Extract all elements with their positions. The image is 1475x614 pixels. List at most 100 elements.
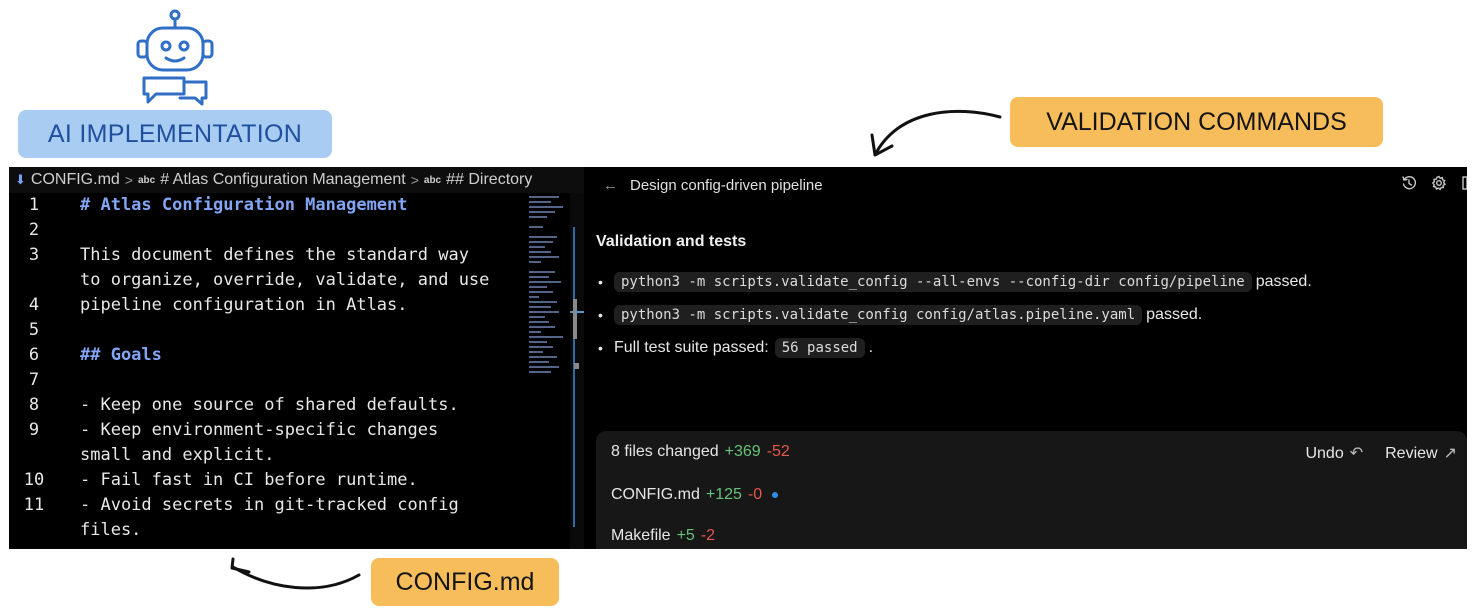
line-text: ## Goals [80, 345, 162, 365]
result-text: . [868, 338, 874, 356]
list-item: • python3 -m scripts.validate_config con… [598, 298, 1458, 331]
robot-chat-icon [136, 9, 214, 106]
line-number [9, 518, 59, 543]
line-text: files. [80, 520, 142, 540]
bullet-icon: • [598, 273, 603, 290]
code-line[interactable]: 10 - Fail fast in CI before runtime. [9, 468, 529, 493]
config-md-label: CONFIG.md [371, 558, 559, 606]
command-code: python3 -m scripts.validate_config --all… [614, 271, 1252, 292]
code-editor: ⬇ CONFIG.md > abc # Atlas Configuration … [9, 167, 584, 549]
breadcrumb-file[interactable]: CONFIG.md [31, 171, 120, 189]
list-item: • Full test suite passed: 56 passed . [598, 331, 1458, 364]
result-text: passed. [1146, 305, 1203, 323]
code-area[interactable]: 1 # Atlas Configuration Management 2 3 This … [9, 193, 529, 549]
pointer-arrow-icon [870, 109, 1002, 157]
line-text: - Keep environment-specific changes [80, 420, 439, 440]
code-line[interactable]: 6 ## Goals [9, 343, 529, 368]
line-number: 11 [23, 495, 45, 515]
chevron-right-icon: > [410, 172, 419, 188]
changed-file-row[interactable]: Makefile +5 -2 [611, 527, 715, 545]
code-line[interactable]: 3 This document defines the standard way [9, 243, 529, 268]
list-item: • python3 -m scripts.validate_config --a… [598, 265, 1458, 298]
code-line[interactable]: 2 [9, 218, 529, 243]
code-line[interactable]: to organize, override, validate, and use [9, 268, 529, 293]
line-number: 8 [28, 395, 40, 415]
breadcrumb: ⬇ CONFIG.md > abc # Atlas Configuration … [9, 167, 584, 193]
code-line[interactable]: 4 pipeline configuration in Atlas. [9, 293, 529, 318]
line-number [9, 443, 59, 468]
line-text: # Atlas Configuration Management [80, 195, 408, 215]
changes-card: 8 files changed +369 -52 Undo ↶ Review ↗ C… [596, 431, 1467, 549]
line-text: This document defines the standard way [80, 245, 469, 265]
minimap[interactable] [529, 193, 567, 423]
line-text [59, 368, 529, 393]
lines-added: +369 [724, 443, 761, 460]
code-line[interactable]: 7 [9, 368, 529, 393]
scrollbar-marker [574, 363, 579, 369]
changes-summary: 8 files changed +369 -52 [611, 443, 790, 461]
lines-added: +5 [676, 527, 695, 544]
arrow-up-right-icon: ↗ [1443, 445, 1457, 462]
file-name: Makefile [611, 527, 671, 544]
line-text: pipeline configuration in Atlas. [80, 295, 408, 315]
line-number: 7 [28, 370, 40, 390]
code-line[interactable]: 8 - Keep one source of shared defaults. [9, 393, 529, 418]
bullet-icon: • [598, 306, 603, 323]
line-number: 6 [28, 345, 40, 365]
review-label: Review [1385, 445, 1438, 462]
markdown-file-icon: ⬇ [15, 172, 26, 187]
review-button[interactable]: Review ↗ [1385, 443, 1457, 463]
bullet-icon: • [598, 339, 603, 356]
code-line[interactable]: 11 - Avoid secrets in git-tracked config [9, 493, 529, 518]
files-changed-count: 8 files changed [611, 443, 719, 460]
back-arrow-icon[interactable]: ← [603, 177, 618, 194]
code-line[interactable]: small and explicit. [9, 443, 529, 468]
undo-icon: ↶ [1349, 445, 1364, 462]
result-text: Full test suite passed: [614, 338, 769, 356]
line-number: 10 [23, 470, 45, 490]
chat-header: ← Design config-driven pipeline [584, 167, 1467, 203]
line-number: 4 [28, 295, 40, 315]
result-text: passed. [1255, 272, 1312, 290]
scrollbar[interactable] [570, 193, 584, 549]
file-name: CONFIG.md [611, 486, 700, 503]
line-text [59, 218, 529, 243]
gear-icon[interactable] [1431, 175, 1447, 191]
undo-button[interactable]: Undo ↶ [1305, 443, 1363, 463]
line-text: - Keep one source of shared defaults. [80, 395, 459, 415]
code-line[interactable]: files. [9, 518, 529, 543]
unsaved-indicator-dot [772, 492, 779, 498]
lines-removed: -2 [700, 527, 716, 544]
breadcrumb-section[interactable]: # Atlas Configuration Management [160, 171, 405, 189]
pointer-arrow-icon [230, 557, 361, 590]
line-text: - Avoid secrets in git-tracked config [80, 495, 459, 515]
history-icon[interactable] [1401, 175, 1417, 191]
line-text [59, 318, 529, 343]
line-number: 2 [28, 220, 40, 240]
agent-chat-panel: ← Design config-driven pipeline Validati… [584, 167, 1467, 549]
test-count-code: 56 passed [774, 337, 865, 358]
panel-edge-icon [1462, 176, 1467, 190]
section-heading: Validation and tests [596, 233, 747, 250]
code-line[interactable]: 9 - Keep environment-specific changes [9, 418, 529, 443]
command-code: python3 -m scripts.validate_config confi… [614, 304, 1143, 325]
code-line[interactable]: 5 [9, 318, 529, 343]
chat-title: Design config-driven pipeline [630, 176, 823, 194]
line-number: 1 [28, 195, 40, 215]
ai-implementation-label: AI IMPLEMENTATION [18, 110, 332, 158]
code-line[interactable]: 1 # Atlas Configuration Management [9, 193, 529, 218]
line-number: 3 [28, 245, 40, 265]
line-number: 5 [28, 320, 40, 340]
undo-label: Undo [1305, 445, 1344, 462]
scrollbar-track [573, 227, 575, 527]
breadcrumb-section[interactable]: ## Directory [446, 171, 532, 189]
line-number [9, 268, 59, 293]
line-text: - Fail fast in CI before runtime. [80, 470, 418, 490]
chevron-right-icon: > [124, 172, 133, 188]
scrollbar-thumb[interactable] [573, 299, 577, 339]
lines-removed: -52 [766, 443, 790, 460]
validation-commands-label: VALIDATION COMMANDS [1010, 97, 1383, 147]
changed-file-row[interactable]: CONFIG.md +125 -0 [611, 486, 779, 504]
line-number: 9 [28, 420, 40, 440]
lines-added: +125 [705, 486, 742, 503]
